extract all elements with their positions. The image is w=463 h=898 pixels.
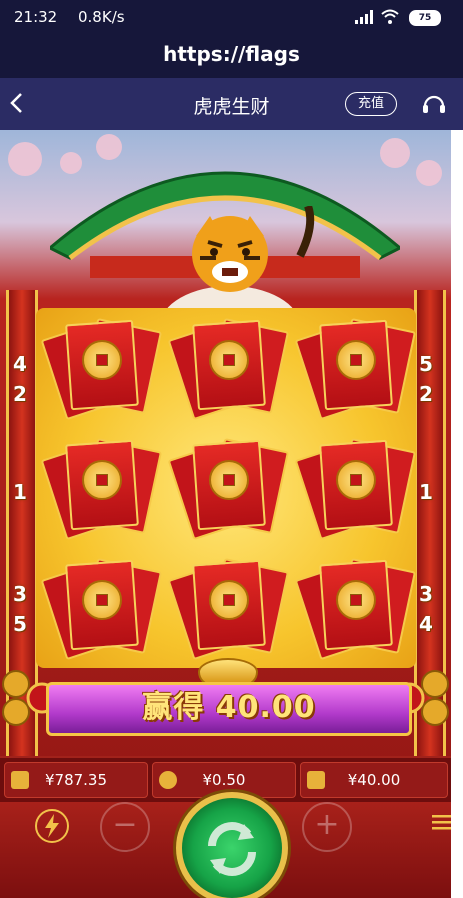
win-value: ¥40.00 <box>347 771 401 789</box>
spin-button[interactable] <box>176 792 288 898</box>
reel-cell <box>36 308 163 428</box>
coin-icon <box>209 580 249 620</box>
reel-cell <box>163 548 290 668</box>
payline-number: 1 <box>419 480 433 504</box>
win-amount-text: 赢得 40.00 <box>142 690 316 725</box>
wifi-icon <box>381 9 399 24</box>
payline-number: 2 <box>419 382 433 406</box>
coin-icon <box>336 460 376 500</box>
reel-cell <box>290 428 417 548</box>
reel-grid[interactable] <box>36 308 417 668</box>
payline-number: 5 <box>419 352 433 376</box>
win-box: ¥40.00 <box>300 762 448 798</box>
coin-icon <box>82 580 122 620</box>
url-bar[interactable]: https://flags <box>0 34 463 78</box>
payline-number: 4 <box>419 612 433 636</box>
refresh-icon <box>208 822 256 876</box>
reel-cell <box>36 428 163 548</box>
battery-icon: 75 <box>409 10 441 26</box>
coin-icon <box>82 340 122 380</box>
reel-cell <box>163 428 290 548</box>
nav-bar: 虎虎生财 充值 <box>0 78 463 130</box>
coin-icon <box>209 460 249 500</box>
coin-icon <box>82 460 122 500</box>
payline-number: 2 <box>13 382 27 406</box>
status-bar: 21:32 0.8K/s 75 <box>0 0 463 34</box>
decrease-bet-button[interactable]: − <box>100 802 150 852</box>
blossom-decoration <box>8 142 42 176</box>
balance-value: ¥787.35 <box>44 771 108 789</box>
win-banner: 赢得 40.00 <box>46 682 412 736</box>
reel-cell <box>163 308 290 428</box>
signal-icon <box>355 10 373 24</box>
increase-bet-button[interactable]: + <box>302 802 352 852</box>
coin-icon <box>336 340 376 380</box>
payline-number: 4 <box>13 352 27 376</box>
recharge-button[interactable]: 充值 <box>345 92 397 116</box>
game-area[interactable]: 4 2 1 3 5 5 2 1 3 4 赢得 40.00 ¥787.35 ¥0.… <box>0 130 451 898</box>
control-panel: − + <box>0 792 451 898</box>
payline-number: 3 <box>13 582 27 606</box>
reel-cell <box>290 548 417 668</box>
lightning-icon[interactable] <box>34 808 70 844</box>
payline-number: 3 <box>419 582 433 606</box>
reel-cell <box>290 308 417 428</box>
headset-icon[interactable] <box>421 91 447 117</box>
reel-cell <box>36 548 163 668</box>
coin-icon <box>209 340 249 380</box>
status-net-speed: 0.8K/s <box>78 8 125 26</box>
status-time: 21:32 <box>14 8 58 26</box>
coin-icon <box>336 580 376 620</box>
menu-icon[interactable] <box>432 812 451 832</box>
payline-number: 5 <box>13 612 27 636</box>
blossom-decoration <box>416 160 442 186</box>
payline-number: 1 <box>13 480 27 504</box>
right-edge-strip <box>451 130 463 898</box>
balance-box: ¥787.35 <box>4 762 148 798</box>
